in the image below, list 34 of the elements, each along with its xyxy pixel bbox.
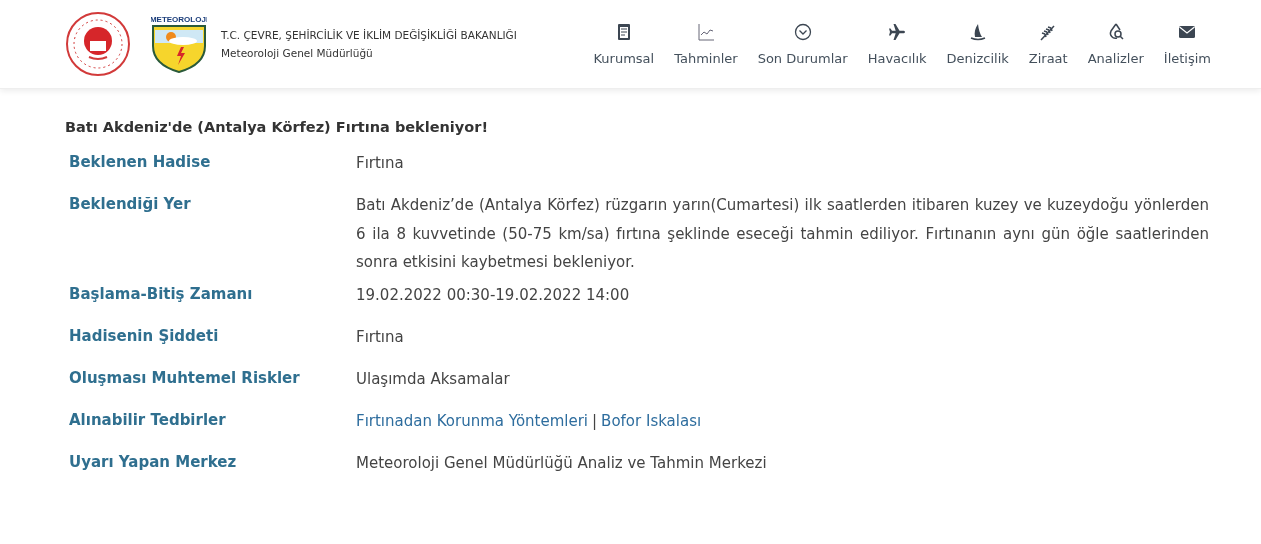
separator: | xyxy=(592,410,598,432)
ministry-name: T.C. ÇEVRE, ŞEHİRCİLİK VE İKLİM DEĞİŞİKLİĞİ BAKANLIĞI xyxy=(221,29,517,41)
nav-link[interactable]: Son Durumlar xyxy=(747,22,858,66)
field-value: Ulaşımda Aksamalar xyxy=(356,368,511,390)
agency-name: Meteoroloji Genel Müdürlüğü xyxy=(221,47,374,59)
field-value: Meteoroloji Genel Müdürlüğü Analiz ve Tahmin Merkezi xyxy=(356,452,768,474)
field-label: Beklenen Hadise xyxy=(69,153,212,173)
field-label: Alınabilir Tedbirler xyxy=(69,410,227,431)
info-link[interactable]: Fırtınadan Korunma Yöntemleri xyxy=(356,406,589,445)
field-value: Fırtına xyxy=(356,326,405,348)
nav-link[interactable]: İletişim xyxy=(1153,22,1221,66)
nav-link[interactable]: Tahminler xyxy=(664,22,748,66)
warning-title: Batı Akdeniz'de (Antalya Körfez) Fırtına bekleniyor! xyxy=(65,119,489,135)
shield-drawing xyxy=(152,25,206,73)
info-link[interactable]: Bofor Iskalası xyxy=(601,406,702,445)
nav-link[interactable]: Havacılık xyxy=(857,22,937,66)
nav-link[interactable]: Denizcilik xyxy=(936,22,1019,66)
chevron-circle-icon xyxy=(793,22,812,41)
logo-text: METEOROLOJI xyxy=(151,15,207,24)
field-label: Uyarı Yapan Merkez xyxy=(69,452,238,473)
field-value: 19.02.2022 00:30-19.02.2022 14:00 xyxy=(356,284,631,306)
ministry-emblem-icon xyxy=(65,11,131,77)
field-label: Hadisenin Şiddeti xyxy=(69,326,220,347)
field-value: Fırtına xyxy=(356,153,405,174)
field-label: Başlama-Bitiş Zamanı xyxy=(69,284,254,305)
nav-link[interactable]: Kurumsal xyxy=(583,22,665,66)
chart-icon xyxy=(696,22,715,41)
nav-link[interactable]: Analizler xyxy=(1077,22,1154,66)
field-value: Batı Akdeniz’de (Antalya Körfez) rüzgarın yarın(Cumartesi) ilk saatlerden itibaren kuzey ve kuzeydoğu yönlerden 6 ila 8 kuvvetinde (50-75 km/sa) fırtına şeklinde eseceği tahmin ediliyor. Fırtınanın aynı gün öğle saatlerinden sonra etkisini kaybetmesi bekleniyor. xyxy=(356,195,1209,273)
plane-icon xyxy=(888,22,907,41)
field-label: Oluşması Muhtemel Riskler xyxy=(69,368,301,389)
nav-link[interactable]: Ziraat xyxy=(1018,22,1078,66)
sailboat-icon xyxy=(968,22,987,41)
field-label: Beklendiği Yer xyxy=(69,195,192,215)
